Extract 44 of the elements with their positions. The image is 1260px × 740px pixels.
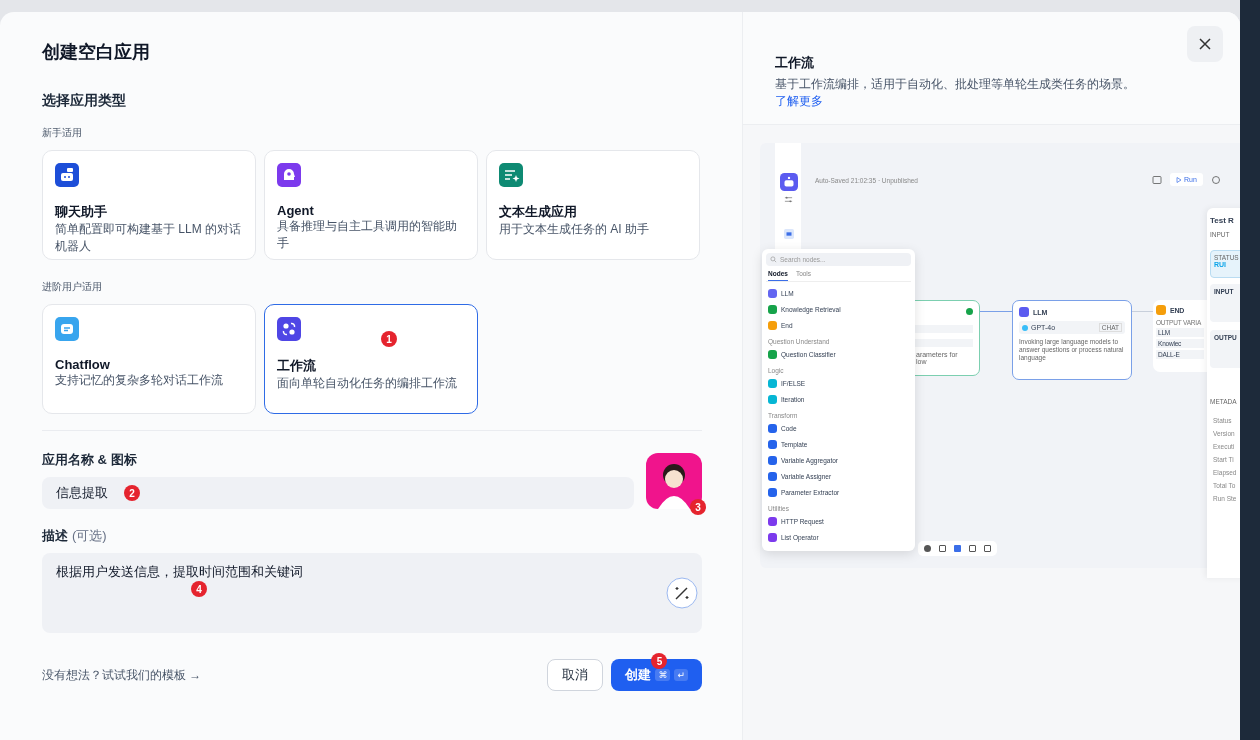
app-type-description: 用于文本生成任务的 AI 助手 (499, 221, 650, 238)
dialog-title: 创建空白应用 (42, 41, 151, 64)
app-type-card[interactable]: 文本生成应用 用于文本生成任务的 AI 助手 (486, 150, 700, 260)
optional-hint: (可选) (72, 527, 107, 545)
magic-wand-button[interactable] (666, 577, 698, 609)
play-icon (1176, 176, 1182, 183)
sliders-icon[interactable] (784, 195, 793, 204)
app-type-name: 文本生成应用 (499, 203, 578, 221)
app-type-name: Agent (277, 203, 315, 218)
cancel-button[interactable]: 取消 (547, 659, 604, 691)
panel-icon[interactable] (784, 229, 794, 239)
step-badge: 3 (690, 499, 706, 515)
head-icon (277, 163, 301, 187)
field-label: 应用名称 & 图标 (42, 451, 138, 469)
section-title: 选择应用类型 (42, 92, 127, 110)
app-type-card[interactable]: Agent 具备推理与自主工具调用的智能助手 (264, 150, 478, 260)
app-type-description: 具备推理与自主工具调用的智能助手 (277, 218, 458, 252)
step-badge: 1 (381, 331, 397, 347)
close-button[interactable] (1187, 26, 1223, 62)
app-type-card[interactable]: 工作流 面向单轮自动化任务的编排工作流 1 (264, 304, 478, 414)
learn-more-link[interactable]: 了解更多 (775, 94, 823, 108)
preview-title: 工作流 (775, 54, 815, 72)
app-type-card[interactable]: 聊天助手 简单配置即可构建基于 LLM 的对话机器人 (42, 150, 256, 260)
robot-icon[interactable] (780, 173, 798, 191)
preview-description: 基于工作流编排，适用于自动化、批处理等单轮生成类任务的场景。 了解更多 (775, 76, 1136, 110)
app-type-description: 简单配置即可构建基于 LLM 的对话机器人 (55, 221, 242, 255)
app-type-description: 面向单轮自动化任务的编排工作流 (277, 375, 458, 392)
app-type-name: Chatflow (55, 357, 111, 372)
app-type-description: 支持记忆的复杂多轮对话工作流 (55, 372, 224, 389)
panel-title: Test R (1210, 216, 1235, 225)
avatar-icon[interactable] (646, 453, 702, 509)
message-icon (55, 317, 79, 341)
search-icon (770, 256, 777, 263)
app-type-name: 工作流 (277, 357, 317, 375)
app-type-card[interactable]: Chatflow 支持记忆的复杂多轮对话工作流 (42, 304, 256, 414)
robot-icon (55, 163, 79, 187)
nodes-icon (277, 317, 301, 341)
group-label: 进阶用户适用 (42, 280, 103, 294)
template-link[interactable]: 没有想法？试试我们的模板 → (42, 666, 202, 684)
text-sparkle-icon (499, 163, 523, 187)
field-label: 描述 (42, 527, 68, 545)
step-badge: 5 (651, 653, 668, 669)
app-type-name: 聊天助手 (55, 203, 108, 221)
group-label: 新手适用 (42, 126, 83, 140)
